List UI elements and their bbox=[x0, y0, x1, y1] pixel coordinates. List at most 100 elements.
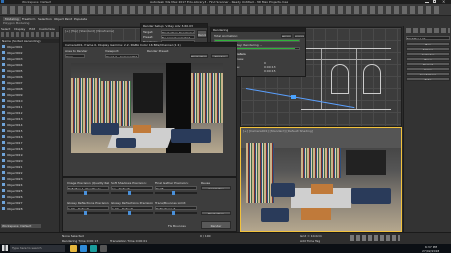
render-setup-render-button[interactable]: Render bbox=[197, 30, 207, 38]
render-setup-label: Target: bbox=[143, 30, 154, 34]
object-icon bbox=[2, 45, 5, 48]
vfb-slider-track[interactable] bbox=[155, 211, 197, 215]
explorer-tab-edit[interactable]: Edit bbox=[29, 27, 35, 31]
command-panel: Modifier List Box Sphere Cylinder Torus Teap… bbox=[403, 26, 451, 232]
minimize-icon[interactable] bbox=[425, 1, 429, 3]
browser-icon[interactable] bbox=[80, 245, 87, 252]
vfb-slider-track[interactable] bbox=[155, 191, 197, 195]
workspace-button[interactable]: Workspace: Default bbox=[1, 224, 41, 228]
main-toolbar bbox=[0, 4, 451, 16]
vfb-slider-thumb[interactable] bbox=[83, 211, 87, 215]
frame-counter[interactable]: 0 / 100 bbox=[200, 234, 211, 238]
total-progress-fill bbox=[215, 40, 299, 41]
explorer-row-label: Object026 bbox=[7, 195, 23, 199]
frame-render-button[interactable]: Render bbox=[211, 54, 229, 58]
3dsmax-taskbar-icon[interactable] bbox=[90, 245, 97, 252]
camera-icon[interactable] bbox=[291, 95, 296, 99]
vfb-slider-value[interactable]: Reflections 6 bbox=[155, 206, 197, 210]
object-icon bbox=[2, 63, 5, 66]
render-setup-field[interactable]: No preset selected bbox=[161, 35, 195, 39]
production-button[interactable]: Production bbox=[190, 54, 208, 58]
playback-controls[interactable] bbox=[350, 235, 400, 241]
vfb-slider-value[interactable]: 1.0X - Default bbox=[111, 206, 153, 210]
object-icon bbox=[2, 147, 5, 150]
command-panel-item[interactable]: Cylinder bbox=[406, 52, 450, 56]
vfb-render-button[interactable]: Render bbox=[201, 221, 231, 229]
explorer-row-label: Object001 bbox=[7, 45, 23, 49]
vfb-slider-track[interactable] bbox=[111, 211, 153, 215]
explorer-row-label: Object011 bbox=[7, 105, 23, 109]
maximize-icon[interactable] bbox=[433, 0, 436, 3]
cancel-button[interactable]: Cancel bbox=[294, 34, 305, 38]
explorer-header[interactable]: Name (Sorted Ascending) bbox=[1, 39, 59, 43]
explorer-row-label: Object002 bbox=[7, 51, 23, 55]
explorer-tab-display[interactable]: Display bbox=[14, 27, 25, 31]
object-icon bbox=[2, 87, 5, 90]
command-panel-item[interactable]: Tube bbox=[406, 77, 450, 81]
modifier-list[interactable]: Modifier List bbox=[406, 36, 450, 40]
vfb-slider-track[interactable] bbox=[67, 191, 109, 195]
vfb-slider-group: Glossy Refractions Precision: 1.0X - Defa… bbox=[111, 201, 153, 219]
selection-status: None Selected bbox=[62, 234, 84, 238]
vfb-slider-label: Trace/Bounces Limit: bbox=[155, 201, 187, 205]
taskbar-search[interactable]: Type here to search bbox=[10, 245, 65, 252]
explorer-row-label: Object021 bbox=[7, 165, 23, 169]
ribbon-tab-populate[interactable]: Populate bbox=[74, 17, 87, 21]
pause-button[interactable]: Pause bbox=[281, 34, 292, 38]
command-panel-item[interactable]: Cone bbox=[406, 67, 450, 71]
explorer-row-label: Object028 bbox=[7, 207, 23, 211]
command-panel-item[interactable]: Sphere bbox=[406, 47, 450, 51]
render-time-status: Rendering Time 0:00:13 bbox=[62, 239, 99, 243]
explorer-tab-select[interactable]: Select bbox=[1, 27, 10, 31]
vfb-slider-thumb[interactable] bbox=[127, 211, 131, 215]
vfb-slider-value[interactable]: Draft bbox=[155, 186, 197, 190]
mail-icon[interactable] bbox=[100, 245, 107, 252]
viewport-select[interactable]: Quad 4 - Camera001 bbox=[105, 54, 139, 58]
object-icon bbox=[2, 195, 5, 198]
object-icon bbox=[2, 141, 5, 144]
add-time-tag[interactable]: Add Time Tag bbox=[300, 239, 320, 243]
command-panel-tabs[interactable] bbox=[406, 28, 450, 33]
object-icon bbox=[2, 81, 5, 84]
vfb-slider-label: Image Precision (Quality Reflect): bbox=[67, 181, 109, 185]
app-logo-icon bbox=[1, 0, 4, 3]
vfb-slider-thumb[interactable] bbox=[127, 191, 131, 195]
ribbon-tab-object-paint[interactable]: Object Paint bbox=[54, 17, 72, 21]
windows-start-icon[interactable] bbox=[2, 245, 8, 251]
explorer-tab-customize[interactable]: Customize bbox=[39, 27, 55, 31]
object-icon bbox=[2, 51, 5, 54]
command-panel-item[interactable]: Torus bbox=[406, 57, 450, 61]
vfb-slider-group: Glossy Reflections Precision: 1.0X - Defa… bbox=[67, 201, 109, 219]
vfb-slider-track[interactable] bbox=[111, 191, 153, 195]
vfb-slider-track[interactable] bbox=[67, 211, 109, 215]
geometry-button[interactable]: Geometry bbox=[201, 186, 231, 190]
frame-window-options: Area to Render View Viewport: Quad 4 - C… bbox=[65, 49, 235, 61]
object-icon bbox=[2, 57, 5, 60]
vfb-slider-value[interactable]: 8x8 Max 1 (Quality 1) bbox=[67, 186, 109, 190]
render-setup-field[interactable]: Production Rendering Mode bbox=[161, 30, 195, 34]
command-panel-item[interactable]: Box bbox=[406, 42, 450, 46]
grid-status: Grid = 10.0cm bbox=[300, 234, 322, 238]
command-panel-item[interactable]: Teapot bbox=[406, 62, 450, 66]
command-panel-item[interactable]: GeoSphere bbox=[406, 72, 450, 76]
vfb-slider-thumb[interactable] bbox=[171, 211, 175, 215]
vfb-sliders: Image Precision (Quality Reflect):8x8 Ma… bbox=[67, 181, 197, 229]
ribbon-tab-selection[interactable]: Selection bbox=[38, 17, 52, 21]
vfb-slider-value[interactable]: 1.0X - Default bbox=[67, 206, 109, 210]
file-explorer-icon[interactable] bbox=[70, 245, 77, 252]
command-panel-list: Box Sphere Cylinder Torus Teapot Cone GeoSpher… bbox=[406, 42, 450, 82]
vfb-production-button[interactable]: Production bbox=[201, 211, 231, 215]
viewport-camera[interactable]: [+] [Camera001] [Standard] [Default Shad… bbox=[240, 127, 402, 232]
vfb-slider-group: Image Precision (Quality Reflect):8x8 Ma… bbox=[67, 181, 109, 199]
object-icon bbox=[2, 183, 5, 186]
vfb-slider-value[interactable]: 1x - Default bbox=[111, 186, 153, 190]
vfb-slider-thumb[interactable] bbox=[171, 191, 175, 195]
explorer-toolbar[interactable] bbox=[1, 32, 59, 37]
area-select[interactable]: View bbox=[65, 54, 85, 58]
ribbon-sub-label: Polygon Modeling bbox=[3, 21, 30, 25]
explorer-row-label: Object003 bbox=[7, 57, 23, 61]
object-icon bbox=[2, 177, 5, 180]
explorer-row[interactable]: Object028 bbox=[1, 206, 59, 212]
toolbar-icons[interactable] bbox=[2, 6, 442, 14]
vfb-slider-thumb[interactable] bbox=[83, 191, 87, 195]
